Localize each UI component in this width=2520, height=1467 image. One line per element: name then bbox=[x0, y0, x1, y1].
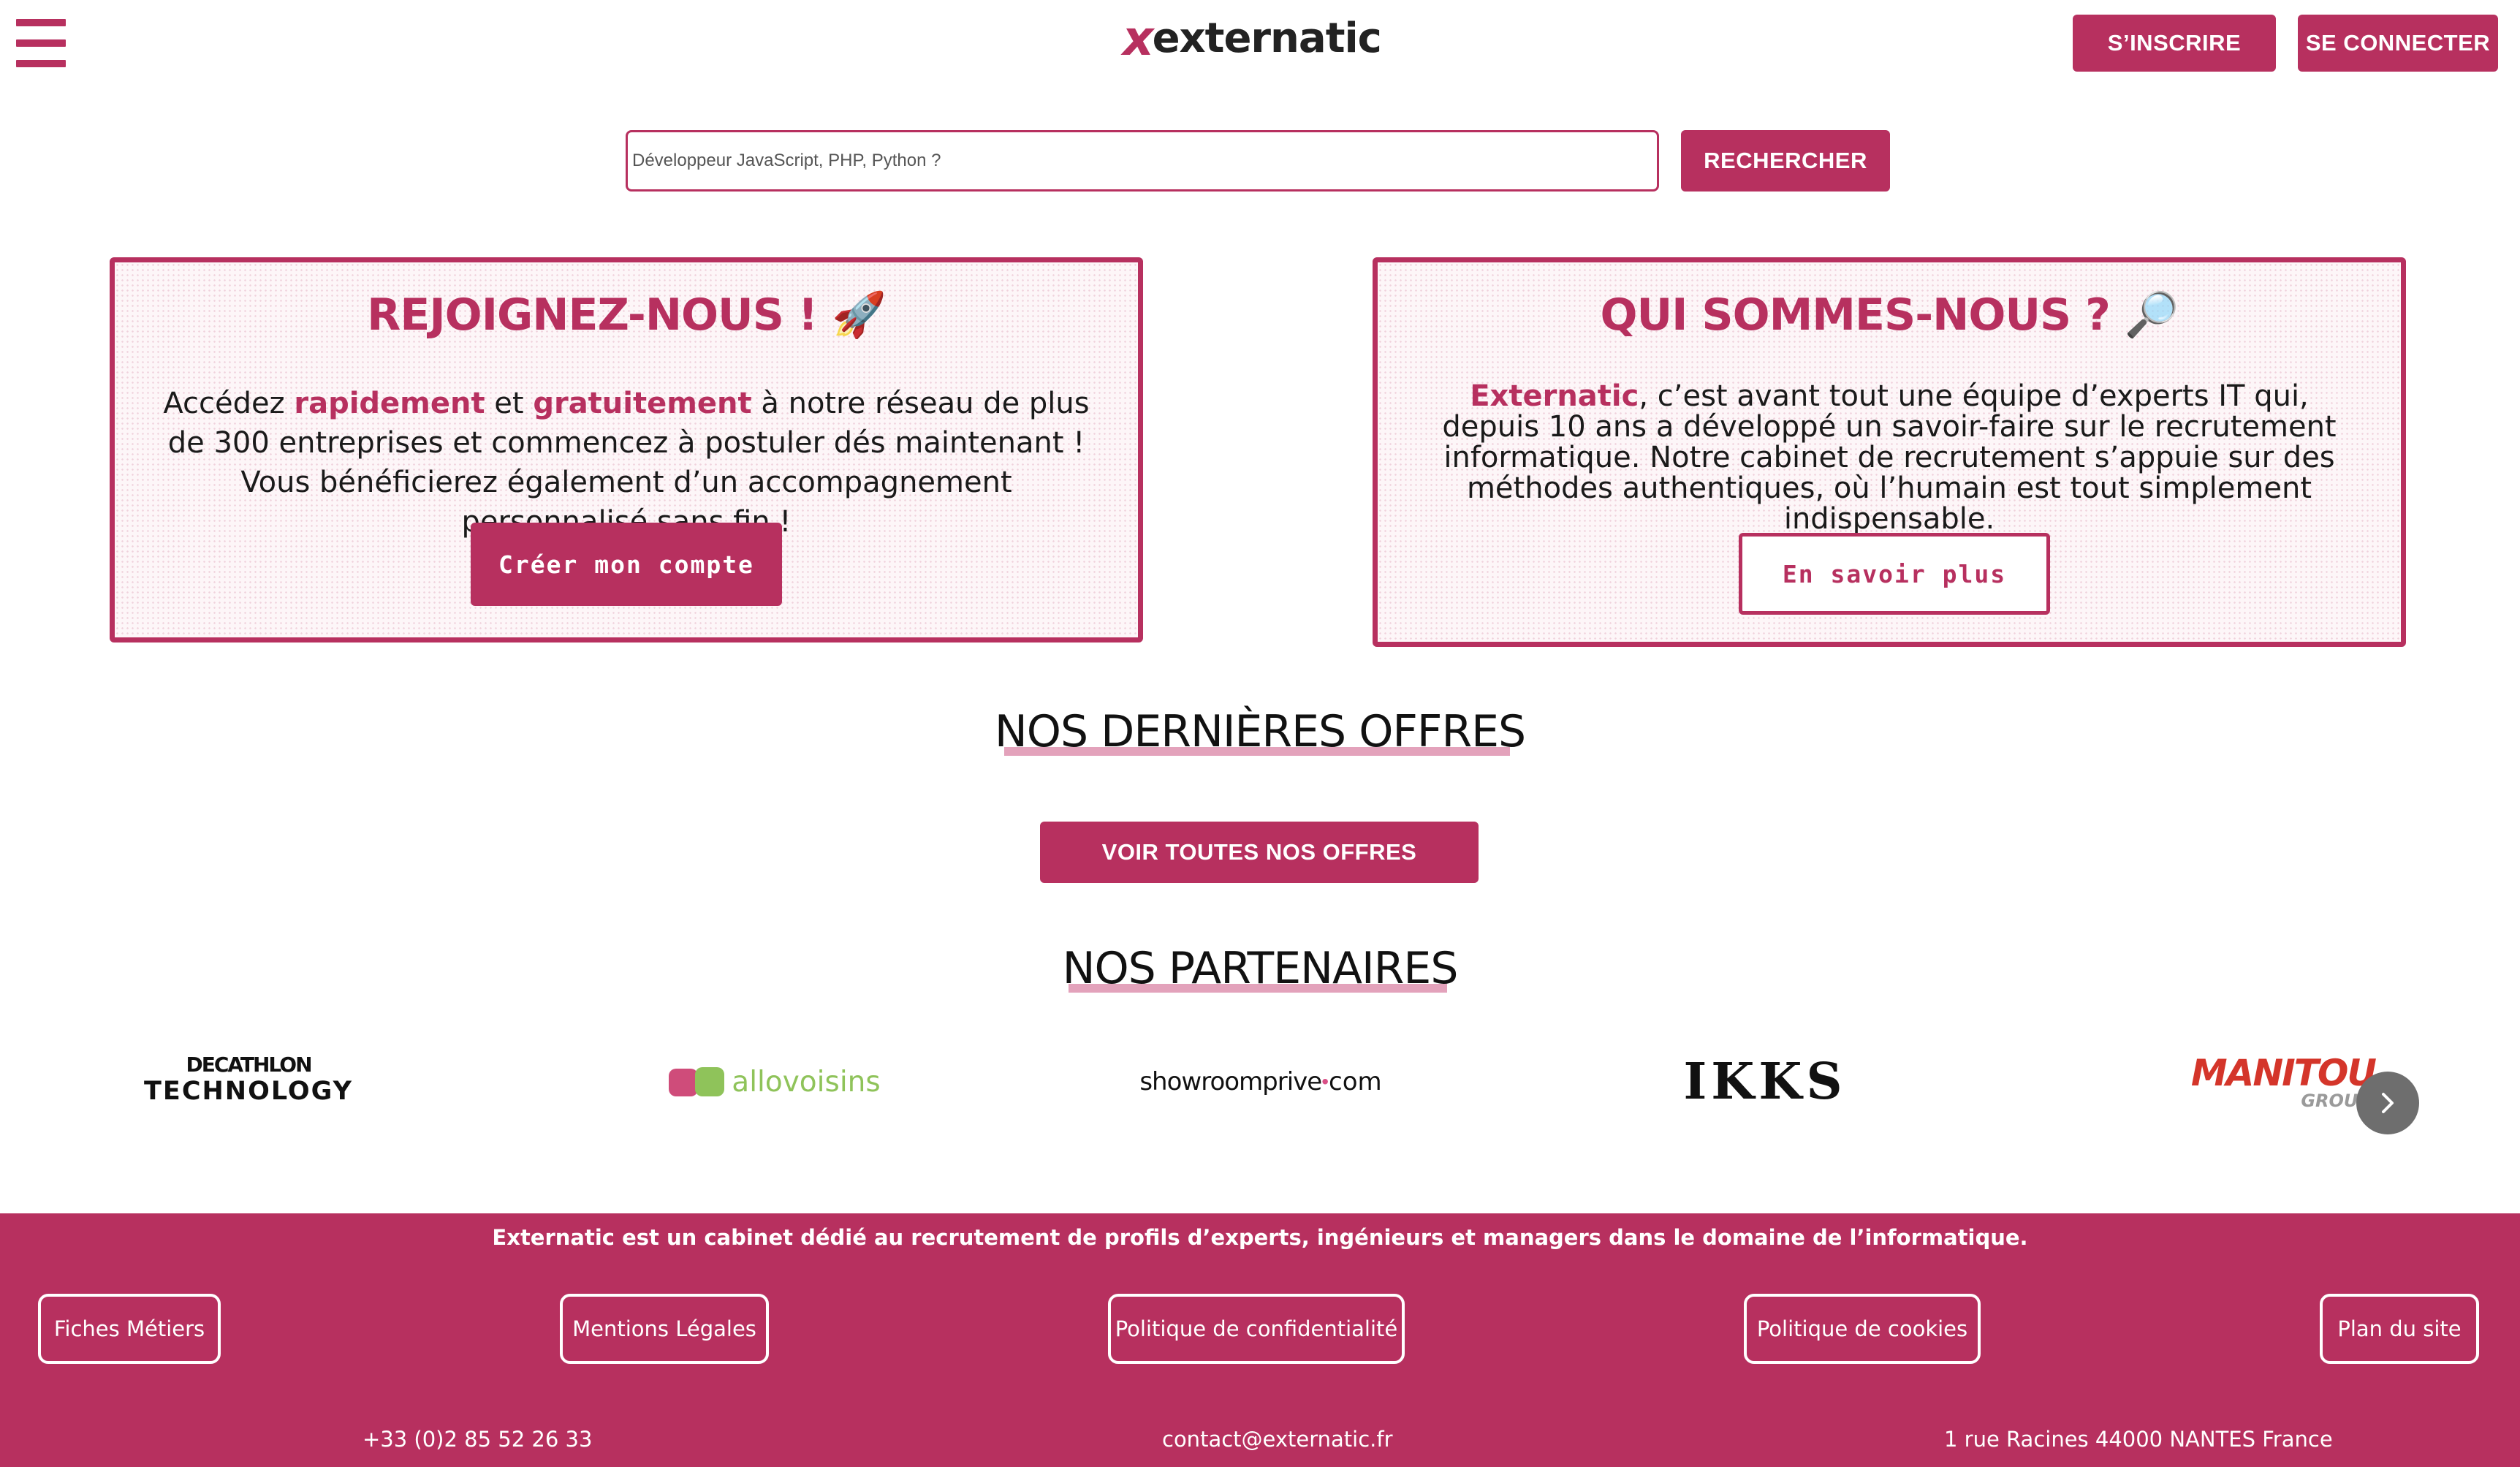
decathlon-line1: DECATHLON bbox=[186, 1052, 312, 1077]
partner-logo-manitou[interactable]: MANITOU GROUP bbox=[2163, 1045, 2377, 1118]
signup-button[interactable]: S’INSCRIRE bbox=[2073, 15, 2276, 72]
footer-phone[interactable]: +33 (0)2 85 52 26 33 bbox=[363, 1427, 592, 1452]
showroomprive-suffix: com bbox=[1329, 1067, 1382, 1096]
about-card-text: Externatic, c’est avant tout une équipe … bbox=[1442, 379, 2337, 536]
partner-logo-allovoisins[interactable]: allovoisins bbox=[629, 1053, 921, 1111]
highlight-gratuitement: gratuitement bbox=[533, 387, 752, 420]
chevron-right-icon bbox=[2382, 1093, 2394, 1113]
footer-link-cookies[interactable]: Politique de cookies bbox=[1744, 1294, 1981, 1364]
footer-tagline: Externatic est un cabinet dédié au recru… bbox=[492, 1225, 2028, 1250]
highlight-rapidement: rapidement bbox=[294, 387, 485, 420]
showroomprive-dot: • bbox=[1321, 1070, 1329, 1093]
partner-logo-showroomprive[interactable]: showroomprive • com bbox=[1111, 1053, 1411, 1111]
search-input[interactable] bbox=[626, 130, 1659, 192]
partner-logo-decathlon[interactable]: DECATHLON TECHNOLOGY bbox=[110, 1042, 387, 1115]
logo-mark: x bbox=[1123, 10, 1154, 67]
footer-address: 1 rue Racines 44000 NANTES France bbox=[1944, 1427, 2333, 1452]
search-button[interactable]: RECHERCHER bbox=[1681, 130, 1890, 192]
join-card-title: REJOIGNEZ-NOUS ! 🚀 bbox=[367, 289, 887, 341]
carousel-next-button[interactable] bbox=[2356, 1072, 2419, 1134]
partners-heading: NOS PARTENAIRES bbox=[1062, 943, 1459, 994]
about-card: QUI SOMMES-NOUS ? 🔎 Externatic, c’est av… bbox=[1373, 257, 2406, 647]
hamburger-menu-icon[interactable] bbox=[16, 19, 66, 67]
highlight-externatic: Externatic bbox=[1470, 379, 1639, 413]
footer-link-confidentialite[interactable]: Politique de confidentialité bbox=[1108, 1294, 1405, 1364]
offers-heading: NOS DERNIÈRES OFFRES bbox=[994, 706, 1526, 757]
login-button[interactable]: SE CONNECTER bbox=[2298, 15, 2498, 72]
footer-link-plan-du-site[interactable]: Plan du site bbox=[2320, 1294, 2479, 1364]
decathlon-line2: TECHNOLOGY bbox=[144, 1076, 353, 1106]
create-account-button[interactable]: Créer mon compte bbox=[471, 523, 782, 606]
view-all-offers-button[interactable]: VOIR TOUTES NOS OFFRES bbox=[1040, 822, 1479, 883]
footer-email[interactable]: contact@externatic.fr bbox=[1162, 1427, 1393, 1452]
allovoisins-mark-icon bbox=[669, 1066, 727, 1098]
join-card-text: Accédez rapidement et gratuitement à not… bbox=[163, 387, 1090, 539]
join-card: REJOIGNEZ-NOUS ! 🚀 Accédez rapidement et… bbox=[110, 257, 1143, 642]
footer-link-mentions-legales[interactable]: Mentions Légales bbox=[560, 1294, 769, 1364]
partner-logo-ikks[interactable]: IKKS bbox=[1608, 1045, 1922, 1118]
allovoisins-text: allovoisins bbox=[732, 1065, 881, 1099]
about-card-title: QUI SOMMES-NOUS ? 🔎 bbox=[1600, 289, 2179, 341]
showroomprive-text: showroomprive bbox=[1139, 1067, 1322, 1096]
manitou-line1: MANITOU bbox=[2190, 1052, 2377, 1094]
logo-text: externatic bbox=[1152, 14, 1382, 62]
learn-more-button[interactable]: En savoir plus bbox=[1739, 533, 2050, 615]
site-logo[interactable]: x externatic bbox=[1123, 10, 1382, 67]
footer-link-fiches-metiers[interactable]: Fiches Métiers bbox=[38, 1294, 221, 1364]
ikks-text: IKKS bbox=[1683, 1053, 1847, 1111]
